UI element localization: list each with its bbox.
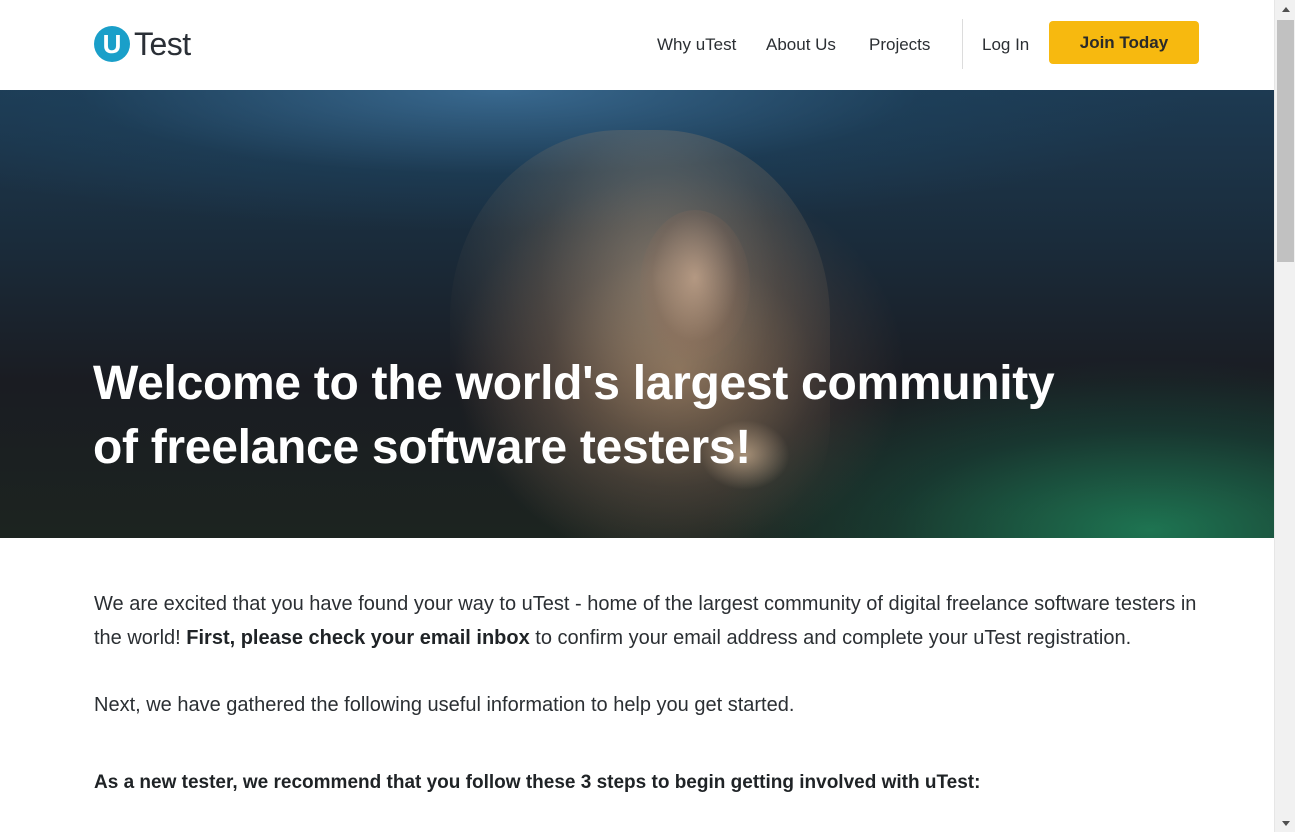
hero-banner: Welcome to the world's largest community…	[0, 90, 1274, 538]
vertical-scrollbar[interactable]	[1274, 0, 1295, 832]
main-content: We are excited that you have found your …	[94, 588, 1224, 795]
intro-text-end: to confirm your email address and comple…	[529, 626, 1132, 649]
nav-divider	[962, 19, 963, 69]
intro-text-bold: First, please check your email inbox	[186, 626, 530, 649]
nav-projects[interactable]: Projects	[869, 0, 930, 90]
steps-intro-heading: As a new tester, we recommend that you f…	[94, 771, 981, 793]
next-paragraph: Next, we have gathered the following use…	[94, 694, 795, 716]
intro-paragraph: We are excited that you have found your …	[94, 588, 1219, 655]
hero-title: Welcome to the world's largest community…	[93, 352, 1193, 480]
utest-logo[interactable]: U Test	[94, 25, 191, 63]
nav-why-utest[interactable]: Why uTest	[657, 0, 736, 90]
logo-mark: U	[94, 26, 130, 62]
hero-image-face	[640, 210, 750, 360]
logo-text: Test	[134, 26, 191, 62]
scroll-up-arrow-icon[interactable]	[1275, 0, 1295, 18]
page: U Test Why uTest About Us Projects Log I…	[0, 0, 1274, 832]
scroll-down-arrow-icon[interactable]	[1275, 814, 1295, 832]
scrollbar-thumb[interactable]	[1277, 20, 1294, 262]
site-header: U Test Why uTest About Us Projects Log I…	[0, 0, 1274, 90]
hero-title-line-1: Welcome to the world's largest community	[93, 357, 1055, 410]
login-link[interactable]: Log In	[982, 0, 1029, 90]
join-today-button[interactable]: Join Today	[1049, 21, 1199, 64]
nav-about-us[interactable]: About Us	[766, 0, 836, 90]
hero-title-line-2: of freelance software testers!	[93, 421, 751, 474]
